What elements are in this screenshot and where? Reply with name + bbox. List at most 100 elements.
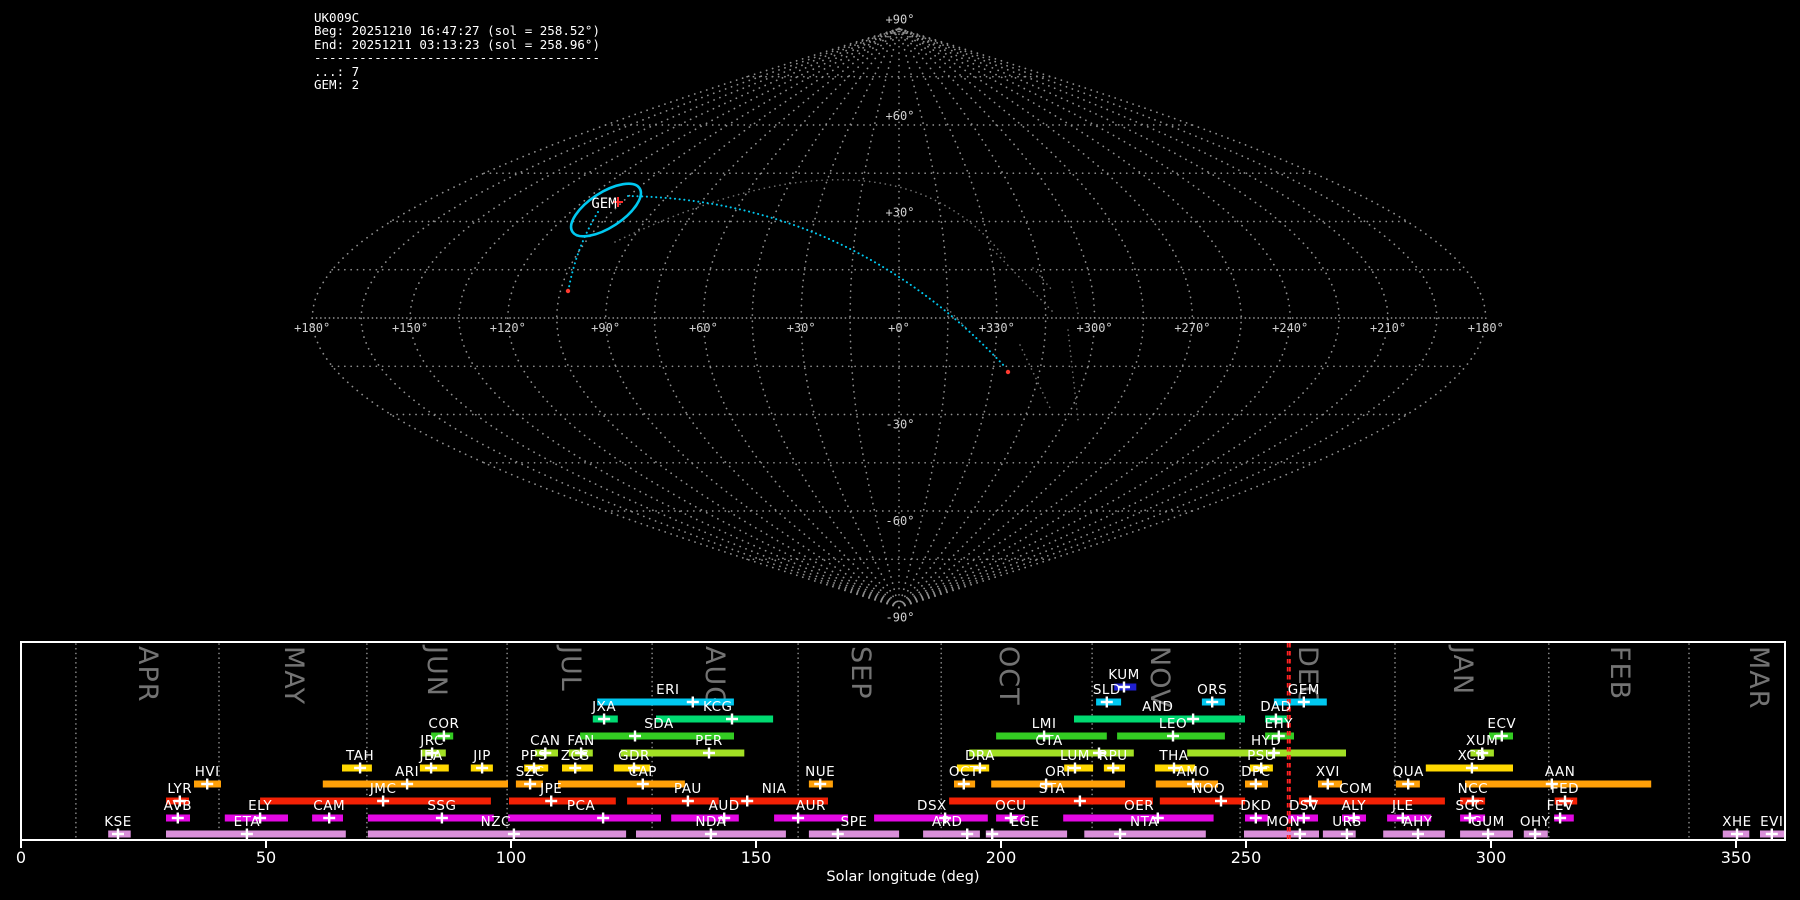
shower-label-URS: URS: [1332, 814, 1361, 830]
begin-time: Beg: 20251210 16:47:27 (sol = 258.52°): [314, 23, 600, 39]
lon-label: +60°: [689, 321, 718, 335]
shower-bar-JPE: [509, 797, 616, 805]
shower-label-DSV: DSV: [1289, 798, 1319, 814]
shower-label-DKD: DKD: [1240, 798, 1271, 814]
shower-peak-CAP: [636, 778, 649, 790]
shower-label-AUD: AUD: [709, 798, 740, 814]
shower-peak-EGE: [986, 828, 999, 840]
shower-label-EHY: EHY: [1265, 716, 1294, 732]
shower-peak-GUM: [1482, 828, 1495, 840]
shower-bar-SSG: [367, 814, 494, 822]
shower-label-AND: AND: [1142, 699, 1173, 715]
month-label-MAR: MAR: [1743, 646, 1774, 710]
shower-label-NOO: NOO: [1192, 781, 1225, 797]
shower-peak-DPC: [1249, 778, 1262, 790]
shower-label-ALY: ALY: [1341, 798, 1366, 814]
shower-peak-LEO: [1167, 730, 1179, 742]
shower-bar-CAP: [558, 780, 685, 788]
meteor-track-sporadic: [992, 249, 1054, 313]
meridian: [604, 27, 900, 609]
shower-label-CTA: CTA: [1035, 733, 1063, 749]
lat-label: +90°: [886, 12, 915, 26]
shower-label-XUM: XUM: [1466, 733, 1498, 749]
shower-label-ETA: ETA: [234, 814, 261, 830]
shower-peak-JIP: [476, 762, 489, 774]
shower-label-DAD: DAD: [1260, 699, 1291, 715]
shower-label-LMI: LMI: [1032, 716, 1057, 732]
gem-map-label: GEM: [591, 196, 616, 212]
shower-peak-QUA: [1402, 778, 1415, 790]
shower-peak-PER: [703, 747, 715, 759]
shower-label-GEM: GEM: [1288, 682, 1320, 698]
shower-label-JMC: JMC: [369, 781, 397, 797]
shower-label-XVI: XVI: [1316, 764, 1340, 780]
lat-label: +60°: [886, 109, 915, 123]
axis-tick-label: 250: [1231, 848, 1262, 867]
shower-label-FEV: FEV: [1547, 798, 1574, 814]
shower-peak-URS: [1340, 828, 1353, 840]
shower-peak-ETA: [240, 828, 253, 840]
shower-label-FED: FED: [1551, 781, 1579, 797]
shower-label-DSX: DSX: [917, 798, 947, 814]
shower-label-DRA: DRA: [965, 748, 995, 764]
lon-label: +150°: [392, 321, 428, 335]
month-label-JUN: JUN: [421, 644, 452, 697]
shower-peak-ARI: [401, 778, 414, 790]
shower-label-SDA: SDA: [644, 716, 674, 732]
shower-label-OER: OER: [1124, 798, 1154, 814]
shower-peak-XHE: [1731, 828, 1743, 840]
shower-peak-SDA: [629, 730, 641, 742]
shower-label-XHE: XHE: [1722, 814, 1751, 830]
axis-tick-label: 300: [1476, 848, 1507, 867]
shower-peak-JXA: [598, 713, 611, 725]
lat-label: -60°: [886, 514, 915, 528]
shower-label-AUR: AUR: [796, 798, 826, 814]
shower-label-KCG: KCG: [703, 699, 733, 715]
shower-peak-AHY: [1412, 828, 1424, 840]
track-end-dot: [1005, 369, 1011, 375]
shower-label-JIP: JIP: [472, 748, 491, 764]
shower-label-JRC: JRC: [419, 733, 444, 749]
lon-label: +120°: [490, 321, 526, 335]
shower-bar-NOO: [1159, 797, 1246, 805]
shower-label-ORI: ORI: [1045, 764, 1071, 780]
shower-label-GDR: GDR: [618, 748, 650, 764]
shower-label-JXA: JXA: [591, 699, 616, 715]
shower-label-JPE: JPE: [539, 781, 562, 797]
lon-label: +210°: [1370, 321, 1406, 335]
shower-label-PER: PER: [695, 733, 723, 749]
month-label-FEB: FEB: [1604, 646, 1635, 700]
shower-label-SLD: SLD: [1093, 682, 1121, 698]
shower-peak-CAM: [323, 812, 336, 824]
shower-label-PPS: PPS: [521, 748, 547, 764]
shower-label-CAP: CAP: [629, 764, 657, 780]
shower-label-KSE: KSE: [104, 814, 131, 830]
meridian: [898, 27, 1047, 609]
shower-peak-NUE: [814, 778, 827, 790]
shower-peak-AND: [1187, 713, 1200, 725]
shower-bar-PAU: [627, 797, 719, 805]
shower-label-ECV: ECV: [1487, 716, 1516, 732]
shower-label-CAM: CAM: [313, 798, 345, 814]
shower-label-NIA: NIA: [762, 781, 787, 797]
shower-label-NUE: NUE: [805, 764, 835, 780]
shower-label-ARI: ARI: [395, 764, 419, 780]
shower-bar-NTA: [1084, 830, 1206, 838]
meteor-track-gem: [627, 195, 1007, 369]
shower-label-AMO: AMO: [1177, 764, 1210, 780]
activity-timeline: APR MAY JUN JUL AUG SEP OCT NOV DEC JAN FEB MARKUME…: [16, 641, 1786, 885]
shower-label-NDA: NDA: [695, 814, 726, 830]
shower-peak-ZCS: [569, 762, 582, 774]
axis-tick-label: 150: [741, 848, 772, 867]
shower-peak-HVI: [201, 778, 214, 790]
shower-label-TAH: TAH: [345, 748, 374, 764]
shower-label-SPE: SPE: [841, 814, 868, 830]
shower-bar-ARI: [322, 780, 508, 788]
shower-label-THA: THA: [1158, 748, 1188, 764]
end-time: End: 20251211 03:13:23 (sol = 258.96°): [314, 36, 600, 52]
axis-tick-label: 200: [986, 848, 1017, 867]
axis-tick-label: 100: [496, 848, 527, 867]
shower-bar-STA: [949, 797, 1153, 805]
shower-peak-OHY: [1529, 828, 1542, 840]
shower-label-EGE: EGE: [1010, 814, 1039, 830]
